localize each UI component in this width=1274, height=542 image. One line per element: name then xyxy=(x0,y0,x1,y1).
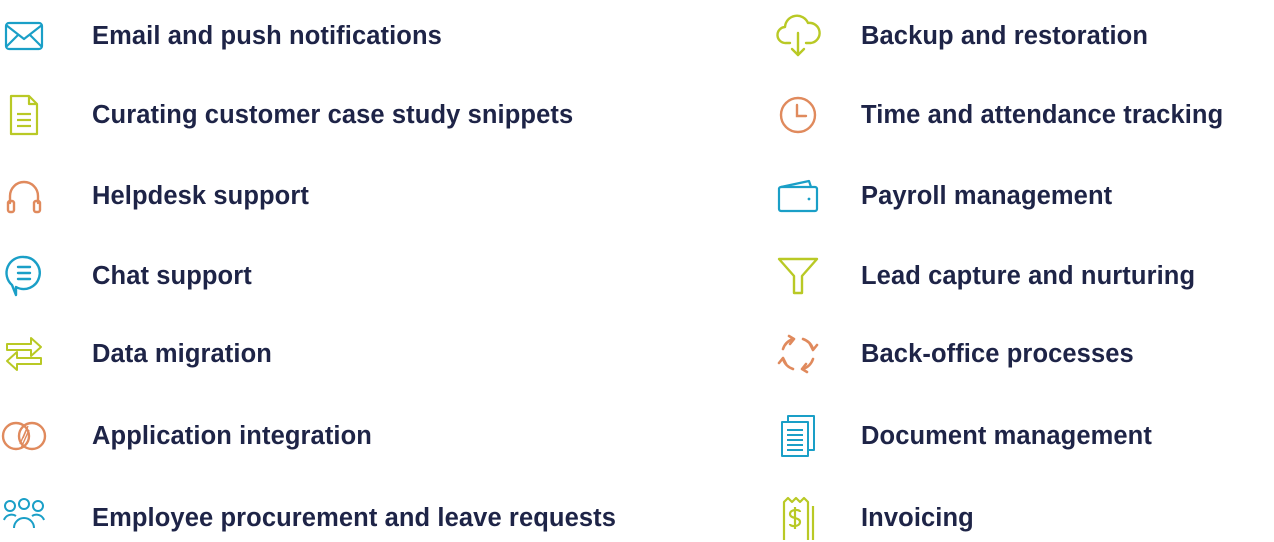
overlapping-circles-icon xyxy=(0,412,48,460)
cloud-download-icon xyxy=(774,12,822,60)
clock-icon xyxy=(774,91,822,139)
document-icon xyxy=(0,91,48,139)
list-item-label: Application integration xyxy=(92,422,372,450)
list-item-label: Helpdesk support xyxy=(92,182,309,210)
list-item-label: Chat support xyxy=(92,262,252,290)
list-item-label: Curating customer case study snippets xyxy=(92,101,574,129)
list-item-label: Employee procurement and leave requests xyxy=(92,504,617,532)
list-item-label: Back-office processes xyxy=(861,340,1134,368)
envelope-icon xyxy=(0,12,48,60)
people-group-icon xyxy=(0,494,48,542)
list-item-label: Email and push notifications xyxy=(92,22,442,50)
funnel-icon xyxy=(774,252,822,300)
stacked-documents-icon xyxy=(774,412,822,460)
receipt-icon xyxy=(774,494,822,542)
list-item-label: Payroll management xyxy=(861,182,1113,210)
list-item-label: Invoicing xyxy=(861,504,974,532)
list-item-label: Document management xyxy=(861,422,1152,450)
transfer-arrows-icon xyxy=(0,330,48,378)
list-item-label: Data migration xyxy=(92,340,272,368)
list-item-label: Backup and restoration xyxy=(861,22,1149,50)
list-item-label: Lead capture and nurturing xyxy=(861,262,1196,290)
refresh-cycle-icon xyxy=(774,330,822,378)
wallet-icon xyxy=(774,172,822,220)
headphones-icon xyxy=(0,172,48,220)
list-item-label: Time and attendance tracking xyxy=(861,101,1224,129)
chat-bubble-icon xyxy=(0,252,48,300)
